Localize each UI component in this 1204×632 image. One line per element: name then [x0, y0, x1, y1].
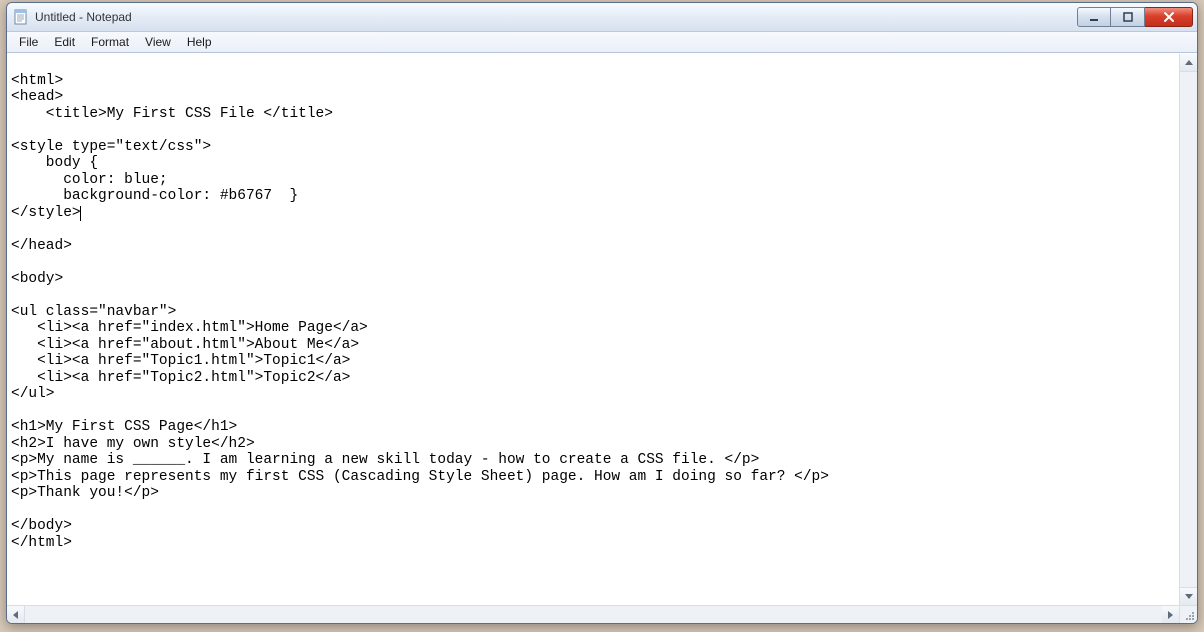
client-area: <html> <head> <title>My First CSS File <… — [7, 53, 1197, 605]
menu-view[interactable]: View — [137, 34, 179, 50]
titlebar[interactable]: Untitled - Notepad — [7, 3, 1197, 32]
scroll-left-button[interactable] — [7, 606, 25, 623]
editor-text-area[interactable]: <html> <head> <title>My First CSS File <… — [7, 54, 1179, 605]
window-controls — [1077, 7, 1193, 27]
vertical-scrollbar[interactable] — [1179, 54, 1197, 605]
menu-file[interactable]: File — [11, 34, 46, 50]
menu-format[interactable]: Format — [83, 34, 137, 50]
notepad-app-icon — [13, 9, 29, 25]
window-title: Untitled - Notepad — [35, 10, 132, 24]
minimize-button[interactable] — [1077, 7, 1111, 27]
text-caret — [80, 206, 81, 221]
menubar: File Edit Format View Help — [7, 32, 1197, 53]
scroll-down-button[interactable] — [1180, 587, 1197, 605]
scroll-right-button[interactable] — [1162, 606, 1180, 623]
maximize-button[interactable] — [1111, 7, 1145, 27]
vertical-scroll-track[interactable] — [1180, 72, 1197, 587]
horizontal-scroll-track[interactable] — [25, 606, 1162, 623]
close-button[interactable] — [1145, 7, 1193, 27]
notepad-window: Untitled - Notepad File Edit Format View… — [6, 2, 1198, 624]
horizontal-scrollbar[interactable] — [7, 605, 1197, 623]
menu-edit[interactable]: Edit — [46, 34, 83, 50]
resize-grip[interactable] — [1180, 606, 1197, 623]
menu-help[interactable]: Help — [179, 34, 220, 50]
scroll-up-button[interactable] — [1180, 54, 1197, 72]
